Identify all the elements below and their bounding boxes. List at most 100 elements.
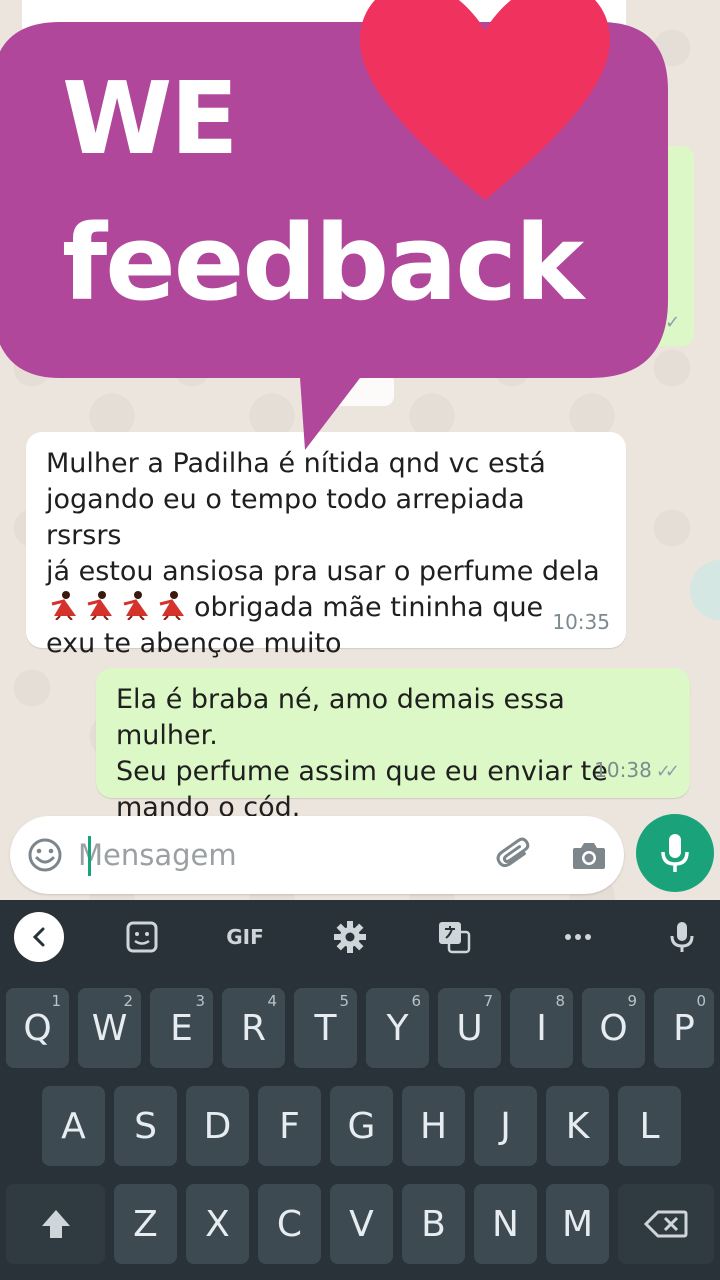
key-k[interactable]: K	[546, 1086, 609, 1166]
dancer-emoji-icon	[87, 591, 112, 620]
date-chip	[330, 372, 394, 406]
key-label: H	[419, 1105, 448, 1147]
key-label: O	[599, 1007, 628, 1049]
backspace-icon	[644, 1210, 688, 1238]
key-e[interactable]: E3	[150, 988, 213, 1068]
microphone-icon	[670, 922, 694, 952]
message-input[interactable]	[78, 830, 478, 880]
dancer-emoji-icon	[159, 591, 184, 620]
outgoing-message[interactable]: Ela é braba né, amo demais essa mulher. …	[96, 668, 690, 823]
shift-icon	[41, 1210, 70, 1238]
key-label: U	[456, 1007, 483, 1049]
key-d[interactable]: D	[186, 1086, 249, 1166]
sticker-button[interactable]	[122, 918, 162, 956]
key-label: Q	[23, 1007, 52, 1049]
key-a[interactable]: A	[42, 1086, 105, 1166]
key-z[interactable]: Z	[114, 1184, 177, 1264]
key-label: J	[500, 1105, 511, 1147]
more-options-button[interactable]	[556, 918, 600, 956]
key-hint: 1	[51, 992, 61, 1010]
key-label: C	[276, 1203, 303, 1245]
key-o[interactable]: O9	[582, 988, 645, 1068]
message-line: Seu perfume assim que eu enviar te	[116, 756, 608, 787]
emoji-icon[interactable]	[26, 836, 64, 874]
key-g[interactable]: G	[330, 1086, 393, 1166]
key-label: N	[492, 1203, 519, 1245]
gear-icon	[334, 921, 366, 953]
key-label: I	[536, 1007, 547, 1049]
key-label: E	[170, 1007, 193, 1049]
key-hint: 9	[627, 992, 637, 1010]
message-line: jogando eu o tempo todo arrepiada rsrsrs	[46, 484, 534, 551]
camera-icon[interactable]	[570, 836, 608, 874]
key-label: B	[421, 1203, 446, 1245]
key-c[interactable]: C	[258, 1184, 321, 1264]
key-m[interactable]: M	[546, 1184, 609, 1264]
scroll-down-button[interactable]	[690, 560, 720, 620]
attach-icon[interactable]	[496, 836, 534, 874]
key-label: Y	[386, 1007, 409, 1049]
key-hint: 3	[195, 992, 205, 1010]
key-x[interactable]: X	[186, 1184, 249, 1264]
key-hint: 8	[555, 992, 565, 1010]
keyboard-toolbar: GIF	[0, 900, 720, 974]
text-cursor	[88, 836, 91, 876]
message-line-with-emoji: obrigada mãe tininha que	[46, 590, 606, 626]
shift-key[interactable]	[6, 1184, 105, 1264]
key-v[interactable]: V	[330, 1184, 393, 1264]
voice-typing-button[interactable]	[662, 918, 702, 956]
key-h[interactable]: H	[402, 1086, 465, 1166]
translate-icon	[439, 922, 471, 954]
key-label: W	[91, 1007, 128, 1049]
message-line: obrigada mãe tininha que	[194, 592, 544, 623]
microphone-icon	[661, 834, 689, 872]
key-label: R	[240, 1007, 266, 1049]
incoming-message[interactable]: Mulher a Padilha é nítida qnd vc está jo…	[26, 432, 626, 659]
key-n[interactable]: N	[474, 1184, 537, 1264]
keyboard-back-button[interactable]	[14, 912, 64, 962]
key-label: G	[347, 1105, 376, 1147]
key-q[interactable]: Q1	[6, 988, 69, 1068]
previous-message-bubble	[22, 0, 626, 40]
key-hint: 7	[483, 992, 493, 1010]
translate-button[interactable]	[434, 918, 474, 956]
key-hint: 0	[696, 992, 706, 1010]
key-label: L	[639, 1105, 660, 1147]
key-s[interactable]: S	[114, 1086, 177, 1166]
gif-button[interactable]: GIF	[220, 918, 270, 956]
keyboard-settings-button[interactable]	[330, 918, 370, 956]
key-label: D	[203, 1105, 232, 1147]
key-label: K	[565, 1105, 590, 1147]
key-y[interactable]: Y6	[366, 988, 429, 1068]
key-r[interactable]: R4	[222, 988, 285, 1068]
key-j[interactable]: J	[474, 1086, 537, 1166]
key-w[interactable]: W2	[78, 988, 141, 1068]
key-label: T	[314, 1007, 337, 1049]
key-label: F	[279, 1105, 300, 1147]
message-composer	[10, 816, 624, 894]
message-line: já estou ansiosa pra usar o perfume dela	[46, 556, 600, 587]
key-p[interactable]: P0	[654, 988, 714, 1068]
key-i[interactable]: I8	[510, 988, 573, 1068]
key-b[interactable]: B	[402, 1184, 465, 1264]
more-dots-icon	[565, 934, 591, 940]
dancer-emoji-icon	[51, 591, 76, 620]
chevron-left-icon	[32, 927, 45, 947]
key-hint: 4	[267, 992, 277, 1010]
key-t[interactable]: T5	[294, 988, 357, 1068]
message-line: Mulher a Padilha é nítida qnd vc está	[46, 448, 546, 479]
key-label: X	[205, 1203, 230, 1245]
voice-message-button[interactable]	[636, 814, 714, 892]
sticker-icon	[126, 921, 158, 953]
key-hint: 6	[411, 992, 421, 1010]
backspace-key[interactable]	[618, 1184, 714, 1264]
read-ticks-icon: ✓✓	[650, 312, 681, 333]
key-label: P	[673, 1007, 695, 1049]
key-f[interactable]: F	[258, 1086, 321, 1166]
key-u[interactable]: U7	[438, 988, 501, 1068]
message-line: exu te abençoe muito	[46, 628, 342, 659]
message-time: 10:38	[594, 758, 652, 782]
key-label: S	[134, 1105, 157, 1147]
key-l[interactable]: L	[618, 1086, 681, 1166]
message-meta: 10:38 ✓✓	[594, 752, 680, 790]
